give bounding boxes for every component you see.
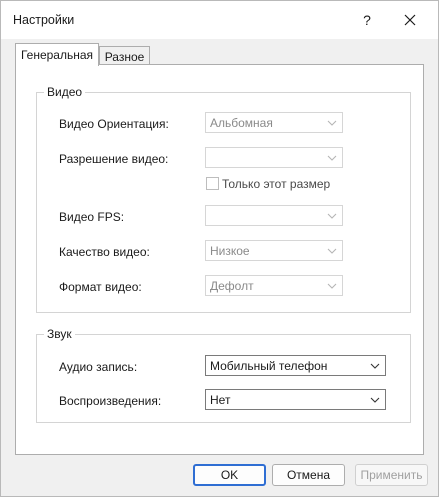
video-quality-select[interactable]: Низкое [205, 240, 343, 261]
video-fps-label: Видео FPS: [59, 210, 125, 224]
audio-record-value: Мобильный телефон [210, 358, 328, 373]
general-tab-panel: Видео Видео Ориентация: Альбомная Разреш… [15, 64, 424, 455]
video-format-value: Дефолт [210, 278, 254, 293]
playback-value: Нет [210, 392, 231, 407]
audio-record-select[interactable]: Мобильный телефон [205, 355, 386, 376]
help-button[interactable]: ? [355, 9, 379, 31]
settings-dialog: Настройки ? Генеральная Разное Видео Вид… [0, 0, 439, 497]
video-group: Видео Видео Ориентация: Альбомная Разреш… [36, 85, 411, 313]
chevron-down-icon [325, 151, 338, 164]
video-fps-select[interactable] [205, 205, 343, 226]
video-orientation-label: Видео Ориентация: [59, 117, 169, 131]
video-group-legend: Видео [44, 85, 86, 99]
playback-select[interactable]: Нет [205, 389, 386, 410]
cancel-button[interactable]: Отмена [272, 464, 345, 486]
chevron-down-icon [325, 244, 338, 257]
title-bar: Настройки ? [1, 1, 438, 39]
video-orientation-select[interactable]: Альбомная [205, 112, 343, 133]
only-this-size-checkbox[interactable] [206, 177, 219, 190]
audio-record-label: Аудио запись: [59, 360, 138, 374]
chevron-down-icon [368, 393, 381, 406]
tab-general-label: Генеральная [20, 48, 94, 62]
ok-button[interactable]: OK [193, 464, 266, 486]
tab-misc-label: Разное [104, 49, 145, 64]
sound-group: Звук Аудио запись: Мобильный телефон Вос… [36, 327, 411, 423]
video-resolution-select[interactable] [205, 147, 343, 168]
video-resolution-label: Разрешение видео: [59, 152, 169, 166]
sound-group-legend: Звук [44, 327, 75, 341]
chevron-down-icon [368, 359, 381, 372]
only-this-size-label: Только этот размер [222, 177, 331, 191]
window-title: Настройки [13, 13, 75, 27]
playback-label: Воспроизведения: [59, 394, 162, 408]
chevron-down-icon [325, 116, 338, 129]
apply-button[interactable]: Применить [355, 464, 428, 486]
tab-misc[interactable]: Разное [99, 46, 150, 66]
tab-general[interactable]: Генеральная [15, 43, 99, 66]
video-quality-label: Качество видео: [59, 245, 150, 259]
chevron-down-icon [325, 279, 338, 292]
help-icon: ? [363, 12, 371, 28]
video-format-label: Формат видео: [59, 280, 142, 294]
video-format-select[interactable]: Дефолт [205, 275, 343, 296]
close-icon [404, 14, 416, 26]
video-orientation-value: Альбомная [210, 115, 273, 130]
video-quality-value: Низкое [210, 243, 250, 258]
close-button[interactable] [398, 9, 422, 31]
chevron-down-icon [325, 209, 338, 222]
